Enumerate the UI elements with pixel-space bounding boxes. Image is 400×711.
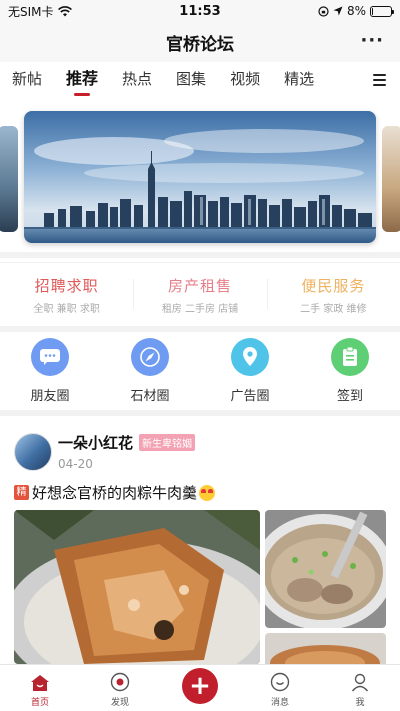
category-row: 招聘求职 全职 兼职 求职 房产租售 租房 二手房 店铺 便民服务 二手 家政 … — [0, 262, 400, 322]
category-services[interactable]: 便民服务 二手 家政 维修 — [266, 263, 400, 322]
status-left: 无SIM卡 — [8, 3, 72, 20]
banner-image[interactable] — [24, 111, 376, 243]
icon-label-stone-circle: 石材圈 — [130, 389, 170, 404]
user-level-badge: 新生卑铭姻 — [139, 434, 196, 451]
nav-me-label: 我 — [355, 698, 365, 708]
icon-label-ad-circle: 广告圈 — [230, 389, 270, 404]
title-bar: 官桥论坛 ··· — [0, 22, 400, 62]
section-divider — [0, 326, 400, 332]
page-title: 官桥论坛 — [166, 34, 234, 55]
nav-me[interactable]: 我 — [320, 665, 400, 711]
category-real-estate[interactable]: 房产租售 租房 二手房 店铺 — [133, 263, 266, 322]
section-divider — [0, 410, 400, 416]
post-title: 好想念官桥的肉粽牛肉羹 — [32, 484, 198, 502]
bottom-nav: 首页 发现 + 消息 我 — [0, 664, 400, 711]
tab-video[interactable]: 视频 — [230, 62, 260, 100]
category-services-title: 便民服务 — [301, 277, 366, 295]
icon-item-checkin[interactable]: 签到 — [300, 338, 400, 410]
carrier-label: 无SIM卡 — [8, 4, 54, 19]
nav-messages-label: 消息 — [270, 698, 289, 708]
post-image-third[interactable] — [265, 633, 386, 664]
status-bar: 无SIM卡 11:53 8% — [0, 0, 400, 22]
banner-carousel[interactable] — [0, 104, 400, 250]
nav-messages[interactable]: 消息 — [240, 665, 320, 711]
post-title-line[interactable]: 精 好想念官桥的肉粽牛肉羹 — [14, 482, 216, 503]
more-options-button[interactable]: ··· — [360, 32, 384, 50]
post-header: 一朵小红花 新生卑铭姻 04-20 — [14, 432, 196, 471]
category-real-estate-title: 房产租售 — [167, 277, 232, 295]
battery-fill — [372, 7, 374, 15]
icon-item-stone-circle[interactable]: 石材圈 — [100, 338, 200, 410]
post-date: 04-20 — [58, 457, 93, 471]
user-icon — [351, 673, 369, 692]
avatar[interactable] — [14, 432, 52, 471]
icon-label-checkin: 签到 — [336, 389, 363, 404]
message-icon — [270, 672, 290, 692]
tab-hot[interactable]: 热点 — [122, 62, 152, 100]
location-arrow-icon — [333, 6, 343, 16]
nav-add[interactable]: + — [160, 665, 240, 711]
category-jobs-sub: 全职 兼职 求职 — [33, 304, 100, 315]
nav-home-label: 首页 — [30, 698, 49, 708]
heart-eyes-emoji-icon — [199, 484, 216, 501]
quick-icon-row: 朋友圈 石材圈 广告圈 签到 — [0, 338, 400, 410]
tab-bar: 新帖 推荐 热点 图集 视频 精选 — [0, 62, 400, 100]
post-image-zongzi[interactable] — [14, 510, 260, 664]
icon-item-friends-circle[interactable]: 朋友圈 — [0, 338, 100, 410]
nav-discover-label: 发现 — [110, 698, 129, 708]
wifi-icon — [57, 5, 72, 16]
tab-new-posts[interactable]: 新帖 — [12, 62, 42, 100]
discover-icon — [110, 672, 130, 692]
banner-prev-preview[interactable] — [0, 126, 18, 232]
category-real-estate-sub: 租房 二手房 店铺 — [161, 304, 239, 315]
checklist-icon — [331, 338, 369, 376]
add-post-button[interactable]: + — [182, 668, 218, 704]
location-pin-icon — [231, 338, 269, 376]
author-line: 一朵小红花 新生卑铭姻 — [58, 432, 196, 453]
post-image-beef-soup[interactable] — [265, 510, 386, 628]
battery-percent: 8% — [346, 4, 366, 18]
banner-next-preview[interactable] — [382, 126, 400, 232]
post-author[interactable]: 一朵小红花 — [58, 432, 133, 453]
rotation-lock-icon — [318, 5, 329, 17]
author-block: 一朵小红花 新生卑铭姻 04-20 — [58, 432, 196, 471]
chat-bubble-icon — [31, 338, 69, 376]
tab-featured[interactable]: 精选 — [284, 62, 314, 100]
icon-item-ad-circle[interactable]: 广告圈 — [200, 338, 300, 410]
category-services-sub: 二手 家政 维修 — [300, 304, 367, 315]
tab-recommended[interactable]: 推荐 — [66, 62, 98, 100]
tab-gallery[interactable]: 图集 — [176, 62, 206, 100]
menu-icon[interactable] — [373, 74, 386, 86]
section-divider — [0, 252, 400, 258]
home-icon — [31, 675, 49, 691]
featured-tag: 精 — [14, 485, 29, 500]
compass-icon — [131, 338, 169, 376]
post-card[interactable]: 一朵小红花 新生卑铭姻 04-20 精 好想念官桥的肉粽牛肉羹 — [0, 420, 400, 664]
status-right: 8% — [318, 4, 394, 18]
nav-discover[interactable]: 发现 — [80, 665, 160, 711]
battery-icon — [370, 5, 394, 17]
nav-home[interactable]: 首页 — [0, 665, 80, 711]
category-jobs-title: 招聘求职 — [34, 277, 99, 295]
category-jobs[interactable]: 招聘求职 全职 兼职 求职 — [0, 263, 133, 322]
icon-label-friends-circle: 朋友圈 — [30, 389, 70, 404]
